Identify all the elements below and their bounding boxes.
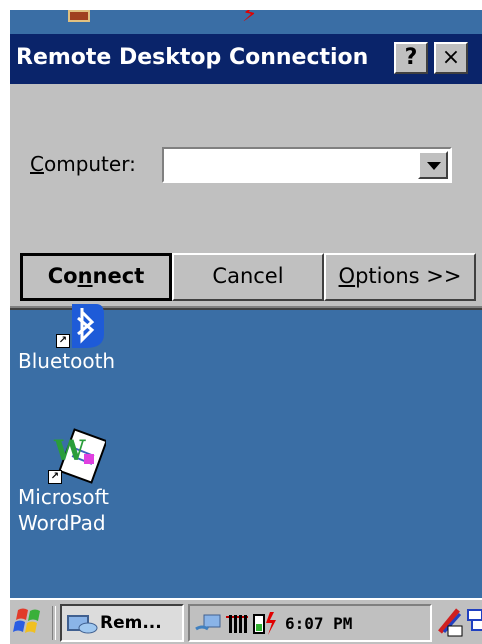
input-panel-icon[interactable] <box>436 606 466 638</box>
close-button[interactable]: × <box>434 42 468 74</box>
options-button[interactable]: Options >> <box>324 253 476 301</box>
system-tray: 6:07 PM <box>188 604 432 642</box>
shortcut-arrow-icon: ↗ <box>48 470 62 484</box>
computer-input[interactable] <box>168 151 398 179</box>
connect-button[interactable]: Connect <box>20 253 172 301</box>
wordpad-label: Microsoft WordPad <box>18 485 110 535</box>
windows-flag-icon <box>13 608 40 633</box>
cancel-button[interactable]: Cancel <box>172 253 324 301</box>
dialog-titlebar[interactable]: Remote Desktop Connection ? × <box>10 34 482 84</box>
desktop: ⚡ Remote Desktop Connection ? × Computer… <box>10 10 482 644</box>
start-button[interactable] <box>12 604 48 640</box>
taskbar-button-remote-desktop[interactable]: Rem... <box>60 604 184 642</box>
dropdown-button[interactable] <box>418 151 448 179</box>
shortcut-arrow-icon: ↗ <box>56 334 70 348</box>
task-label: Rem... <box>100 613 162 633</box>
wordpad-icon: W ↗ <box>48 428 108 484</box>
bluetooth-label: Bluetooth <box>18 349 116 373</box>
remote-desktop-dialog: Remote Desktop Connection ? × Computer: … <box>10 34 482 308</box>
signal-icon[interactable] <box>226 611 250 635</box>
bluetooth-icon: ↗ <box>56 304 106 348</box>
remote-desktop-icon <box>67 615 98 634</box>
taskbar-separator <box>52 606 56 640</box>
clock[interactable]: 6:07 PM <box>285 614 352 634</box>
desktop-icon-bluetooth[interactable]: ↗ Bluetooth <box>18 304 115 374</box>
battery-charging-icon[interactable] <box>252 610 278 636</box>
computer-combobox[interactable] <box>162 147 452 183</box>
network-icon[interactable] <box>194 611 224 635</box>
computer-label: Computer: <box>30 152 136 176</box>
dialog-title: Remote Desktop Connection <box>16 45 369 70</box>
chevron-down-icon <box>427 162 441 170</box>
desktop-icon-wordpad[interactable]: W ↗ Microsoft WordPad <box>18 428 109 536</box>
svg-text:W: W <box>53 434 86 467</box>
help-button[interactable]: ? <box>394 42 428 74</box>
partial-desktop-icon <box>68 10 90 22</box>
lightning-icon: ⚡ <box>242 10 258 27</box>
desktop-icon[interactable] <box>466 606 482 638</box>
taskbar: Rem... 6:07 PM <box>10 598 482 644</box>
